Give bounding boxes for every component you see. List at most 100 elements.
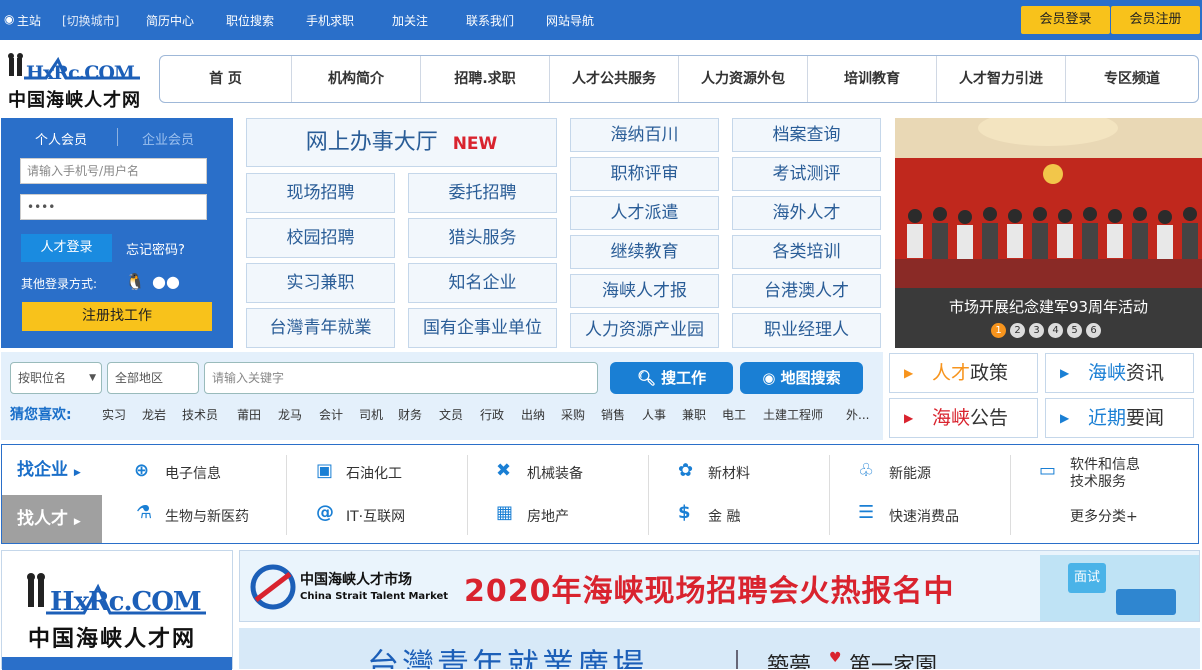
banner-page-3[interactable]: 3	[1029, 323, 1044, 338]
fair-ad-banner[interactable]: 中国海峡人才市场 China Strait Talent Market 2020…	[239, 550, 1200, 622]
service-training[interactable]: 各类培训	[732, 235, 881, 269]
tab-find-company[interactable]: 找企业 ▶	[2, 445, 102, 495]
service-hainabaichuan[interactable]: 海纳百川	[570, 118, 719, 152]
nav-about[interactable]: 机构简介	[292, 56, 421, 102]
service-state-owned[interactable]: 国有企事业单位	[408, 308, 557, 348]
service-intern[interactable]: 实习兼职	[246, 263, 395, 303]
service-archive[interactable]: 档案查询	[732, 118, 881, 152]
service-exam[interactable]: 考试测评	[732, 157, 881, 191]
job-type-select[interactable]: 按职位名 ▼	[10, 362, 102, 394]
topbar-link-follow[interactable]: 加关注	[392, 12, 428, 29]
service-campus[interactable]: 校园招聘	[246, 218, 395, 258]
hot-tag[interactable]: 实习	[102, 406, 126, 423]
cat-software-2[interactable]: 技术服务	[1070, 471, 1126, 491]
tab-personal[interactable]: 个人会员	[35, 129, 87, 148]
cat-biomed[interactable]: 生物与新医药	[165, 506, 249, 526]
hot-tag[interactable]: 土建工程师	[763, 406, 823, 423]
nav-home[interactable]: 首 页	[160, 56, 292, 102]
service-taiwan-youth[interactable]: 台灣青年就業	[246, 308, 395, 348]
password-input[interactable]: ••••	[20, 194, 207, 220]
service-entrust[interactable]: 委托招聘	[408, 173, 557, 213]
service-newspaper[interactable]: 海峡人才报	[570, 274, 719, 308]
service-hk-tw-macao[interactable]: 台港澳人才	[732, 274, 881, 308]
username-input[interactable]: 请输入手机号/用户名	[20, 158, 207, 184]
tab-company[interactable]: 企业会员	[142, 129, 194, 148]
service-overseas[interactable]: 海外人才	[732, 196, 881, 230]
service-headhunt[interactable]: 猎头服务	[408, 218, 557, 258]
hot-tag[interactable]: 电工	[722, 406, 746, 423]
area-select[interactable]: 全部地区	[107, 362, 199, 394]
news-strait-info[interactable]: ▶ 海峡资讯	[1045, 353, 1194, 393]
hot-tag[interactable]: 采购	[561, 406, 585, 423]
service-hr-park[interactable]: 人力资源产业园	[570, 313, 719, 348]
online-hall-button[interactable]: 网上办事大厅 NEW	[246, 118, 557, 167]
forgot-password-link[interactable]: 忘记密码?	[126, 239, 185, 258]
more-categories-link[interactable]: 更多分类+	[1070, 506, 1138, 526]
banner-page-5[interactable]: 5	[1067, 323, 1082, 338]
news-recent[interactable]: ▶ 近期要闻	[1045, 398, 1194, 438]
service-onsite[interactable]: 现场招聘	[246, 173, 395, 213]
keyword-input[interactable]: 请输入关键字	[204, 362, 598, 394]
hot-tag[interactable]: 龙岩	[142, 406, 166, 423]
register-job-button[interactable]: 注册找工作	[22, 302, 212, 331]
map-search-button[interactable]: ◉ 地图搜索	[740, 362, 863, 394]
hot-tag[interactable]: 龙马	[278, 406, 302, 423]
hot-tag[interactable]: 兼职	[682, 406, 706, 423]
bottom-logo-block[interactable]: HxRc.COM 中国海峡人才网	[1, 550, 233, 670]
cat-new-energy[interactable]: 新能源	[889, 463, 931, 483]
banner-page-4[interactable]: 4	[1048, 323, 1063, 338]
hot-tag[interactable]: 文员	[439, 406, 463, 423]
hot-tag[interactable]: 外...	[846, 406, 869, 423]
hot-tag[interactable]: 行政	[480, 406, 504, 423]
nav-public-service[interactable]: 人才公共服务	[550, 56, 679, 102]
wechat-icon[interactable]: ●●	[152, 272, 180, 291]
service-title-review[interactable]: 职称评审	[570, 157, 719, 191]
hot-tag[interactable]: 出纳	[521, 406, 545, 423]
banner-page-1[interactable]: 1	[991, 323, 1006, 338]
cat-realestate[interactable]: 房地产	[527, 506, 569, 526]
service-continuing-edu[interactable]: 继续教育	[570, 235, 719, 269]
divider	[1010, 455, 1011, 535]
service-dispatch[interactable]: 人才派遣	[570, 196, 719, 230]
news-strait-notice[interactable]: ▶ 海峡公告	[889, 398, 1038, 438]
hot-tag[interactable]: 技术员	[182, 406, 218, 423]
topbar-link-resume[interactable]: 简历中心	[146, 12, 194, 29]
topbar-link-contact[interactable]: 联系我们	[466, 12, 514, 29]
tab-find-talent[interactable]: 找人才 ▶	[2, 495, 102, 543]
nav-talent-intro[interactable]: 人才智力引进	[937, 56, 1066, 102]
site-logo[interactable]: HxRc.COM 中国海峡人才网	[6, 52, 146, 111]
member-login-button[interactable]: 会员登录	[1021, 6, 1110, 34]
taiwan-youth-ad-banner[interactable]: 台灣青年就業廣場 築夢 ♥ 第一家園	[239, 628, 1200, 669]
nav-outsourcing[interactable]: 人力资源外包	[679, 56, 808, 102]
cat-finance[interactable]: 金 融	[708, 506, 740, 526]
banner-page-6[interactable]: 6	[1086, 323, 1101, 338]
cat-electronics[interactable]: 电子信息	[165, 463, 221, 483]
topbar-link-mobile[interactable]: 手机求职	[306, 12, 354, 29]
photo-banner[interactable]: 市场开展纪念建军93周年活动 123456	[895, 118, 1202, 348]
service-manager[interactable]: 职业经理人	[732, 313, 881, 348]
hot-tag[interactable]: 销售	[601, 406, 625, 423]
hot-tag[interactable]: 人事	[642, 406, 666, 423]
topbar-link-jobsearch[interactable]: 职位搜索	[226, 12, 274, 29]
cat-petrochem[interactable]: 石油化工	[346, 463, 402, 483]
news-talent-policy[interactable]: ▶ 人才政策	[889, 353, 1038, 393]
cat-machinery[interactable]: 机械装备	[527, 463, 583, 483]
nav-recruit[interactable]: 招聘.求职	[421, 56, 550, 102]
member-register-button[interactable]: 会员注册	[1111, 6, 1200, 34]
switch-city-link[interactable]: [切换城市]	[62, 12, 119, 29]
login-button[interactable]: 人才登录	[21, 234, 112, 262]
hot-tag[interactable]: 司机	[359, 406, 383, 423]
search-jobs-button[interactable]: 🔍︎ 搜工作	[610, 362, 733, 394]
cat-new-materials[interactable]: 新材料	[708, 463, 750, 483]
hot-tag[interactable]: 莆田	[237, 406, 261, 423]
topbar-link-sitemap[interactable]: 网站导航	[546, 12, 594, 29]
hot-tag[interactable]: 财务	[398, 406, 422, 423]
nav-zone[interactable]: 专区频道	[1066, 56, 1198, 102]
nav-training[interactable]: 培训教育	[808, 56, 937, 102]
banner-page-2[interactable]: 2	[1010, 323, 1025, 338]
qq-icon[interactable]: 🐧	[125, 272, 145, 291]
cat-it-internet[interactable]: IT·互联网	[346, 506, 405, 526]
hot-tag[interactable]: 会计	[319, 406, 343, 423]
service-famous[interactable]: 知名企业	[408, 263, 557, 303]
cat-fmcg[interactable]: 快速消费品	[889, 506, 959, 526]
